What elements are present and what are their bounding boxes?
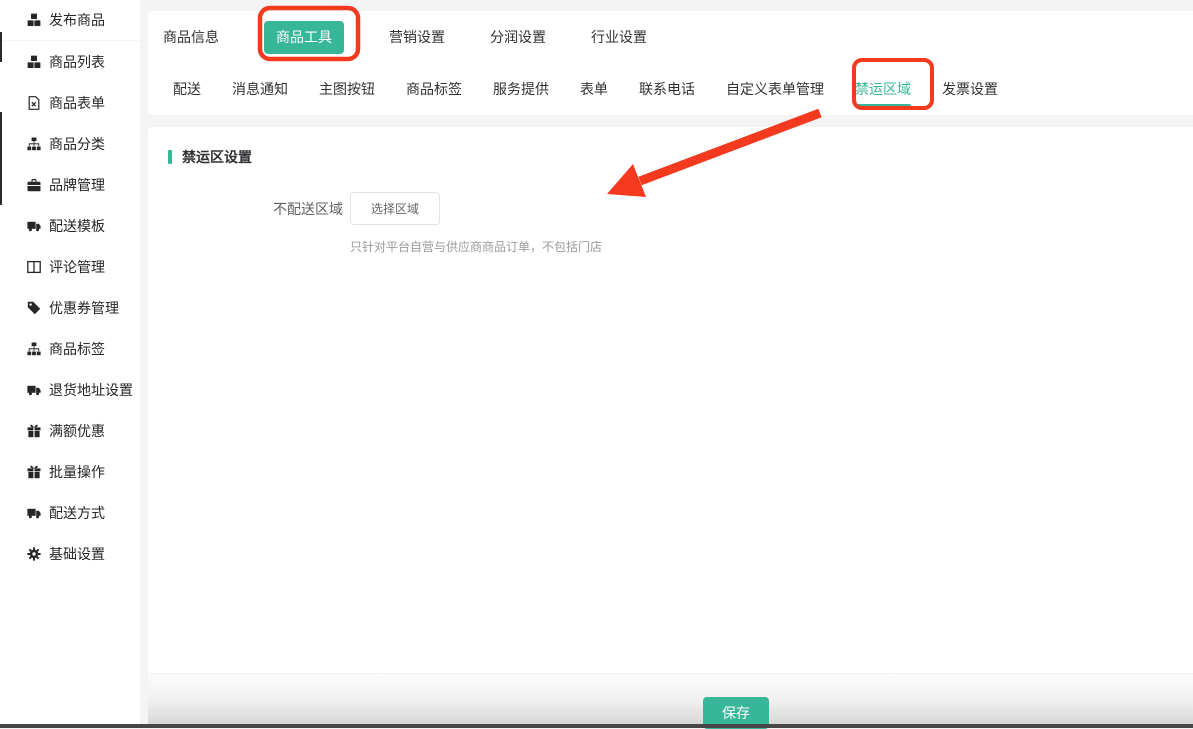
secondary-tab-label: 表单 [580,79,608,99]
secondary-tab-label: 自定义表单管理 [726,79,824,99]
primary-tab[interactable]: 营销设置 [389,11,445,63]
content-card: 禁运区设置 不配送区域 选择区域 只针对平台自营与供应商商品订单，不包括门店 [148,127,1193,673]
sidebar-item[interactable]: 批量操作 [0,451,140,492]
secondary-tab[interactable]: 禁运区域 [855,63,911,115]
no-delivery-region-label: 不配送区域 [273,199,343,219]
gift-icon [27,465,41,479]
sidebar-item[interactable]: 商品列表 [0,41,140,82]
sidebar-item-label: 品牌管理 [49,175,105,195]
sidebar-item-label: 配送方式 [49,503,105,523]
sidebar-item[interactable]: 优惠券管理 [0,287,140,328]
primary-tab[interactable]: 商品工具 [264,21,344,54]
sidebar-item[interactable]: 商品标签 [0,328,140,369]
primary-tab[interactable]: 行业设置 [591,11,647,63]
sidebar-item-label: 满额优惠 [49,421,105,441]
footer-bar [148,673,1193,724]
sidebar: 发布商品 商品列表 商品表单 商品分类 品牌管理 配送模板 评论管理 优惠券管理… [0,0,140,724]
primary-tab-label: 营销设置 [389,27,445,47]
secondary-tab[interactable]: 配送 [173,63,201,115]
sidebar-item-label: 配送模板 [49,216,105,236]
sidebar-item[interactable]: 品牌管理 [0,164,140,205]
sidebar-item[interactable]: 基础设置 [0,533,140,574]
sitemap-icon [27,137,41,151]
sitemap-icon [27,342,41,356]
tabs-card: 商品信息 商品工具 营销设置 分润设置 行业设置 配送 消息通知 主图按钮 商品… [148,11,1193,115]
secondary-tab-label: 主图按钮 [319,79,375,99]
sidebar-item[interactable]: 退货地址设置 [0,369,140,410]
sidebar-item[interactable]: 商品分类 [0,123,140,164]
primary-tab-label: 商品工具 [276,27,332,47]
primary-tab-label: 分润设置 [490,27,546,47]
sidebar-item-label: 批量操作 [49,462,105,482]
secondary-tab[interactable]: 主图按钮 [319,63,375,115]
columns-icon [27,260,41,274]
gift-icon [27,424,41,438]
secondary-tab-label: 发票设置 [942,79,998,99]
sidebar-item-label: 评论管理 [49,257,105,277]
sidebar-item[interactable]: 发布商品 [0,0,140,41]
primary-tab-label: 商品信息 [163,27,219,47]
primary-tab[interactable]: 商品信息 [163,11,219,63]
secondary-tab[interactable]: 表单 [580,63,608,115]
secondary-tab-label: 联系电话 [639,79,695,99]
sidebar-item[interactable]: 配送方式 [0,492,140,533]
secondary-tabs: 配送 消息通知 主图按钮 商品标签 服务提供 表单 联系电话 自定义表单管理 禁… [148,63,1193,115]
tag-icon [27,301,41,315]
secondary-tab[interactable]: 发票设置 [942,63,998,115]
banned-region-form: 不配送区域 选择区域 只针对平台自营与供应商商品订单，不包括门店 [273,192,1193,255]
sidebar-item[interactable]: 评论管理 [0,246,140,287]
truck-icon [27,383,41,397]
sidebar-item[interactable]: 满额优惠 [0,410,140,451]
select-region-button[interactable]: 选择区域 [350,192,440,225]
secondary-tab[interactable]: 商品标签 [406,63,462,115]
secondary-tab-label: 配送 [173,79,201,99]
sidebar-item[interactable]: 配送模板 [0,205,140,246]
region-form-hint: 只针对平台自营与供应商商品订单，不包括门店 [350,238,1193,255]
left-edge-scrollbar [0,32,2,62]
spreadsheet-file-icon [27,96,41,110]
sidebar-item-label: 退货地址设置 [49,380,133,400]
window-bottom-edge [0,724,1193,728]
primary-tabs: 商品信息 商品工具 营销设置 分润设置 行业设置 [148,11,1193,63]
secondary-tab[interactable]: 消息通知 [232,63,288,115]
sidebar-item-label: 商品标签 [49,339,105,359]
cubes-icon [27,13,41,27]
sidebar-item-label: 商品分类 [49,134,105,154]
gear-icon [27,547,41,561]
sidebar-item[interactable]: 商品表单 [0,82,140,123]
secondary-tab-label: 禁运区域 [855,79,911,99]
secondary-tab-label: 商品标签 [406,79,462,99]
sidebar-item-label: 商品表单 [49,93,105,113]
secondary-tab[interactable]: 自定义表单管理 [726,63,824,115]
region-form-row: 不配送区域 选择区域 [273,192,1193,225]
sidebar-item-label: 基础设置 [49,544,105,564]
section-header: 禁运区设置 [168,147,1193,167]
secondary-tab-label: 消息通知 [232,79,288,99]
truck-icon [27,506,41,520]
secondary-tab[interactable]: 服务提供 [493,63,549,115]
left-edge-scrollbar [0,112,2,205]
sidebar-item-label: 商品列表 [49,52,105,72]
sidebar-item-label: 优惠券管理 [49,298,119,318]
cubes-icon [27,55,41,69]
secondary-tab[interactable]: 联系电话 [639,63,695,115]
sidebar-item-label: 发布商品 [49,10,105,30]
section-accent-bar [168,150,172,164]
primary-tab[interactable]: 分润设置 [490,11,546,63]
primary-tab-label: 行业设置 [591,27,647,47]
truck-icon [27,219,41,233]
briefcase-icon [27,178,41,192]
secondary-tab-label: 服务提供 [493,79,549,99]
section-title: 禁运区设置 [182,147,252,167]
